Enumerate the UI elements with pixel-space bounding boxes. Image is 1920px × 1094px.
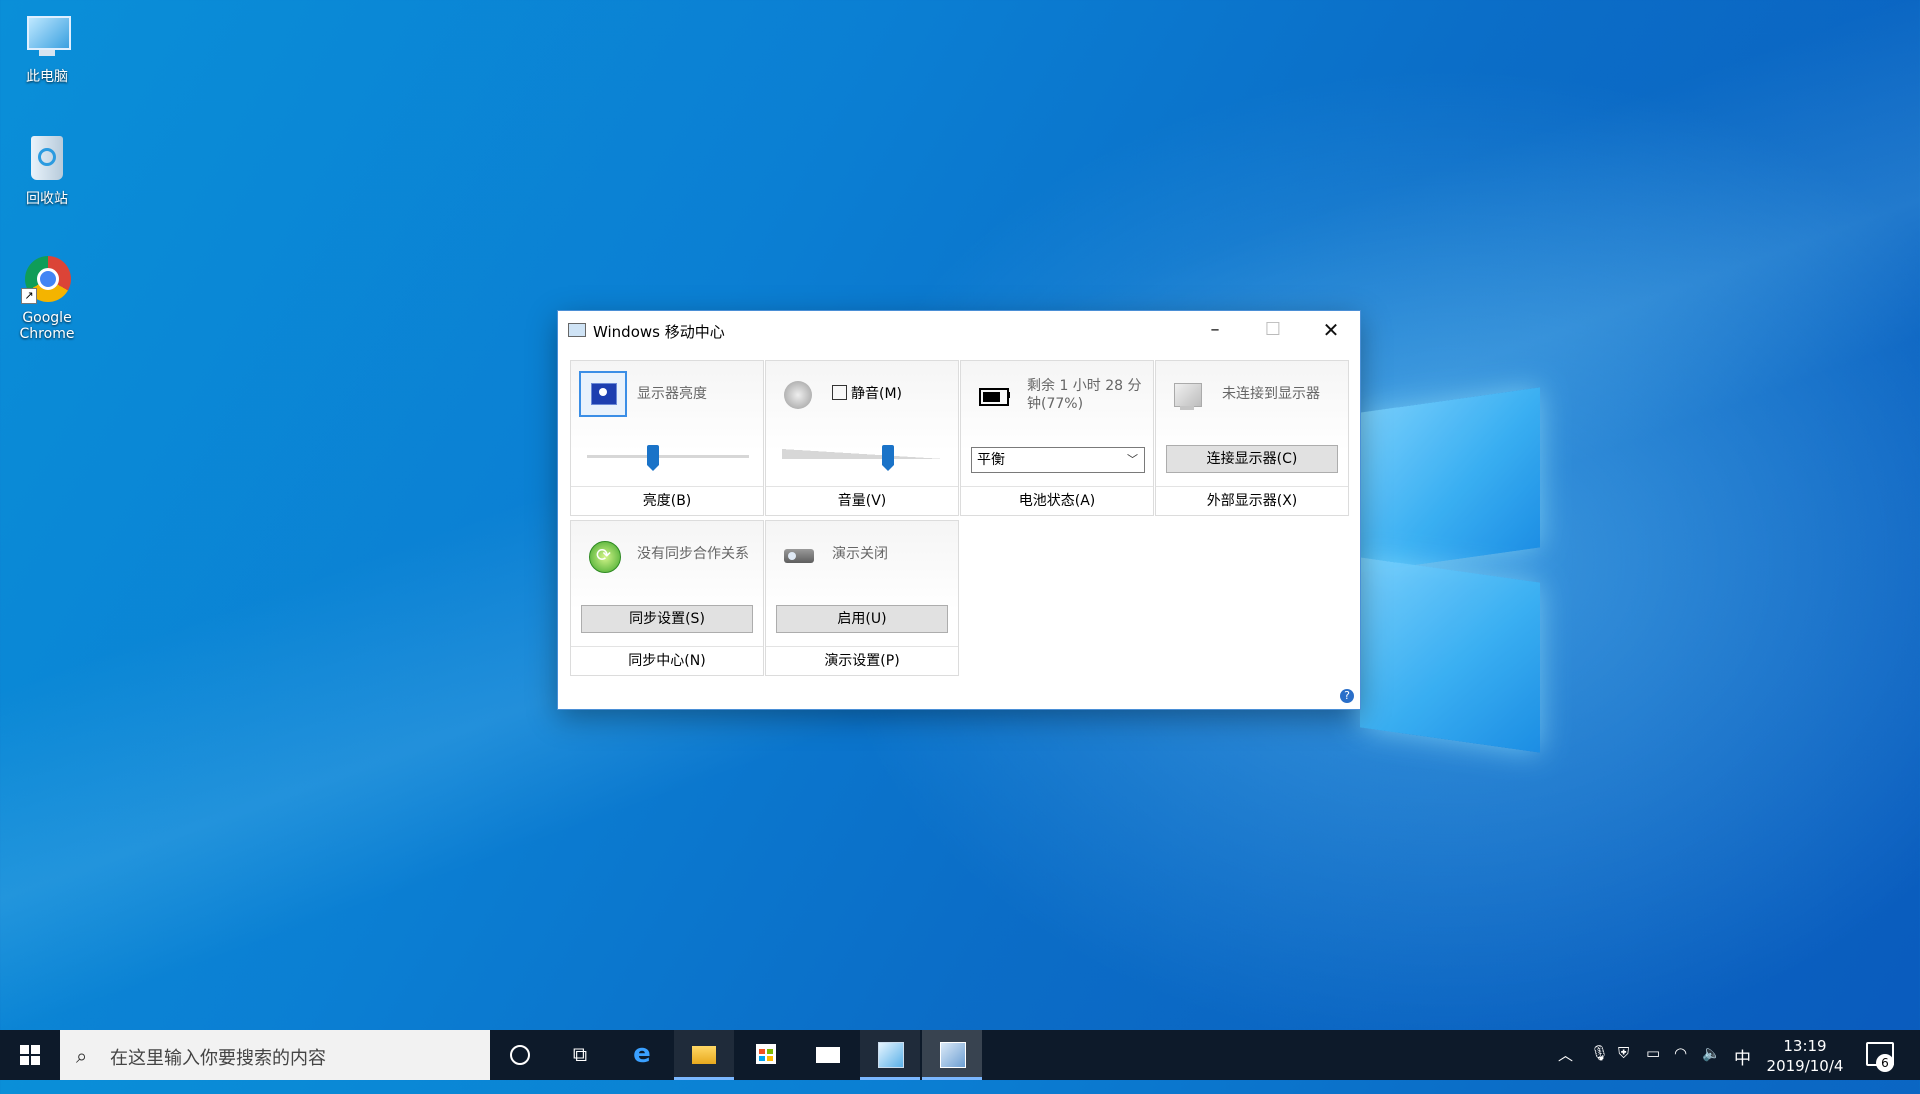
notification-count-badge: 6 [1876, 1054, 1894, 1072]
sync-settings-button[interactable]: 同步设置(S) [581, 605, 753, 633]
computer-icon [21, 10, 73, 62]
mute-label: 静音(M) [851, 386, 903, 402]
help-icon[interactable]: ? [1340, 689, 1354, 703]
battery-icon [969, 371, 1017, 417]
show-hidden-icons-chevron-up-icon[interactable]: ︿ [1558, 1044, 1573, 1094]
cortana-button[interactable] [490, 1030, 550, 1080]
brightness-slider-thumb[interactable] [647, 445, 659, 471]
microphone-icon[interactable]: 🎙 [1590, 1044, 1609, 1094]
shortcut-arrow-icon: ↗ [21, 288, 37, 304]
volume-icon[interactable]: 🔈 [1702, 1044, 1721, 1094]
battery-status-line2: 钟(77%) [1027, 396, 1084, 412]
taskbar: ⌕ 在这里输入你要搜索的内容 ⧉ e ︿ 🎙 ⛨ ▭ ◠ 🔈 中 13:19 2… [0, 1030, 1920, 1080]
battery-status-line1: 剩余 1 小时 28 分 [1027, 378, 1142, 394]
display-label: 外部显示器(X) [1156, 486, 1348, 515]
speaker-icon[interactable] [774, 371, 822, 417]
tile-brightness: 显示器亮度 亮度(B) [570, 360, 764, 516]
tile-volume: 静音(M) 音量(V) [765, 360, 959, 516]
task-view-button[interactable]: ⧉ [550, 1030, 610, 1080]
presentation-status: 演示关闭 [832, 546, 888, 562]
mobility-center-window: Windows 移动中心 – ☐ ✕ 显示器亮度 亮度(B) 静音(M) 音量(… [558, 311, 1360, 709]
tile-sync-center: ⟳ 没有同步合作关系 同步设置(S) 同步中心(N) [570, 520, 764, 676]
battery-status: 剩余 1 小时 28 分 钟(77%) [1027, 377, 1142, 413]
monitor-icon [1164, 371, 1212, 417]
control-panel-icon[interactable] [860, 1030, 920, 1080]
brightness-icon[interactable] [579, 371, 627, 417]
display-status: 未连接到显示器 [1222, 386, 1320, 402]
presentation-label: 演示设置(P) [766, 646, 958, 675]
tile-external-display: 未连接到显示器 连接显示器(C) 外部显示器(X) [1155, 360, 1349, 516]
volume-slider-thumb[interactable] [882, 445, 894, 471]
security-icon[interactable]: ⛨ [1618, 1044, 1629, 1094]
brightness-label: 亮度(B) [571, 486, 763, 515]
logo-pane-bottom [1360, 557, 1540, 753]
mute-checkbox-box[interactable] [832, 385, 847, 400]
sync-center-label: 同步中心(N) [571, 646, 763, 675]
file-explorer-icon[interactable] [674, 1030, 734, 1080]
maximize-button: ☐ [1264, 319, 1282, 340]
power-plan-value: 平衡 [977, 452, 1005, 468]
logo-pane-top [1360, 387, 1540, 573]
minimize-button[interactable]: – [1186, 311, 1244, 349]
mail-icon[interactable] [798, 1030, 858, 1080]
desktop-icon-recycle-bin[interactable]: 回收站 [10, 132, 84, 208]
mobility-center-taskbar-icon[interactable] [922, 1030, 982, 1080]
desktop-icon-label: 此电脑 [26, 69, 68, 85]
sync-icon: ⟳ [579, 531, 627, 577]
brightness-status: 显示器亮度 [637, 386, 707, 402]
mobility-center-icon [568, 321, 586, 337]
chevron-down-icon: ﹀ [1127, 453, 1138, 466]
wifi-icon[interactable]: ◠ [1674, 1044, 1687, 1094]
title-bar[interactable]: Windows 移动中心 – ☐ ✕ [558, 311, 1360, 349]
recycle-bin-icon [21, 132, 73, 184]
search-placeholder: 在这里输入你要搜索的内容 [110, 1048, 326, 1069]
sync-status: 没有同步合作关系 [637, 546, 749, 562]
wallpaper-windows-logo [1360, 380, 1540, 753]
desktop-icon-this-pc[interactable]: 此电脑 [10, 10, 84, 86]
brightness-slider[interactable] [587, 445, 749, 471]
mute-checkbox[interactable]: 静音(M) [832, 385, 902, 403]
search-box[interactable]: ⌕ 在这里输入你要搜索的内容 [60, 1030, 490, 1080]
tile-battery: 剩余 1 小时 28 分 钟(77%) 平衡 ﹀ 电池状态(A) [960, 360, 1154, 516]
desktop-icon-label: Google Chrome [19, 310, 75, 342]
chrome-icon: ↗ [21, 254, 73, 306]
tile-presentation: 演示关闭 启用(U) 演示设置(P) [765, 520, 959, 676]
desktop-icon-chrome[interactable]: ↗ Google Chrome [10, 254, 84, 342]
clock-date: 2019/10/4 [1766, 1057, 1844, 1075]
search-icon: ⌕ [76, 1044, 88, 1068]
enable-presentation-button[interactable]: 启用(U) [776, 605, 948, 633]
clock[interactable]: 13:19 2019/10/4 [1760, 1036, 1850, 1076]
input-method-indicator[interactable]: 中 [1734, 1044, 1751, 1094]
window-title: Windows 移动中心 [593, 323, 725, 341]
volume-slider[interactable] [782, 445, 944, 471]
clock-time: 13:19 [1783, 1037, 1827, 1055]
store-icon[interactable] [736, 1030, 796, 1080]
volume-label: 音量(V) [766, 486, 958, 515]
connect-display-button[interactable]: 连接显示器(C) [1166, 445, 1338, 473]
close-button[interactable]: ✕ [1302, 311, 1360, 349]
projector-icon [774, 531, 822, 577]
power-plan-select[interactable]: 平衡 ﹀ [971, 447, 1145, 473]
start-button[interactable] [0, 1030, 60, 1080]
battery-tray-icon[interactable]: ▭ [1646, 1044, 1660, 1094]
desktop-icon-label: 回收站 [26, 191, 68, 207]
battery-label: 电池状态(A) [961, 486, 1153, 515]
edge-icon[interactable]: e [612, 1030, 672, 1080]
